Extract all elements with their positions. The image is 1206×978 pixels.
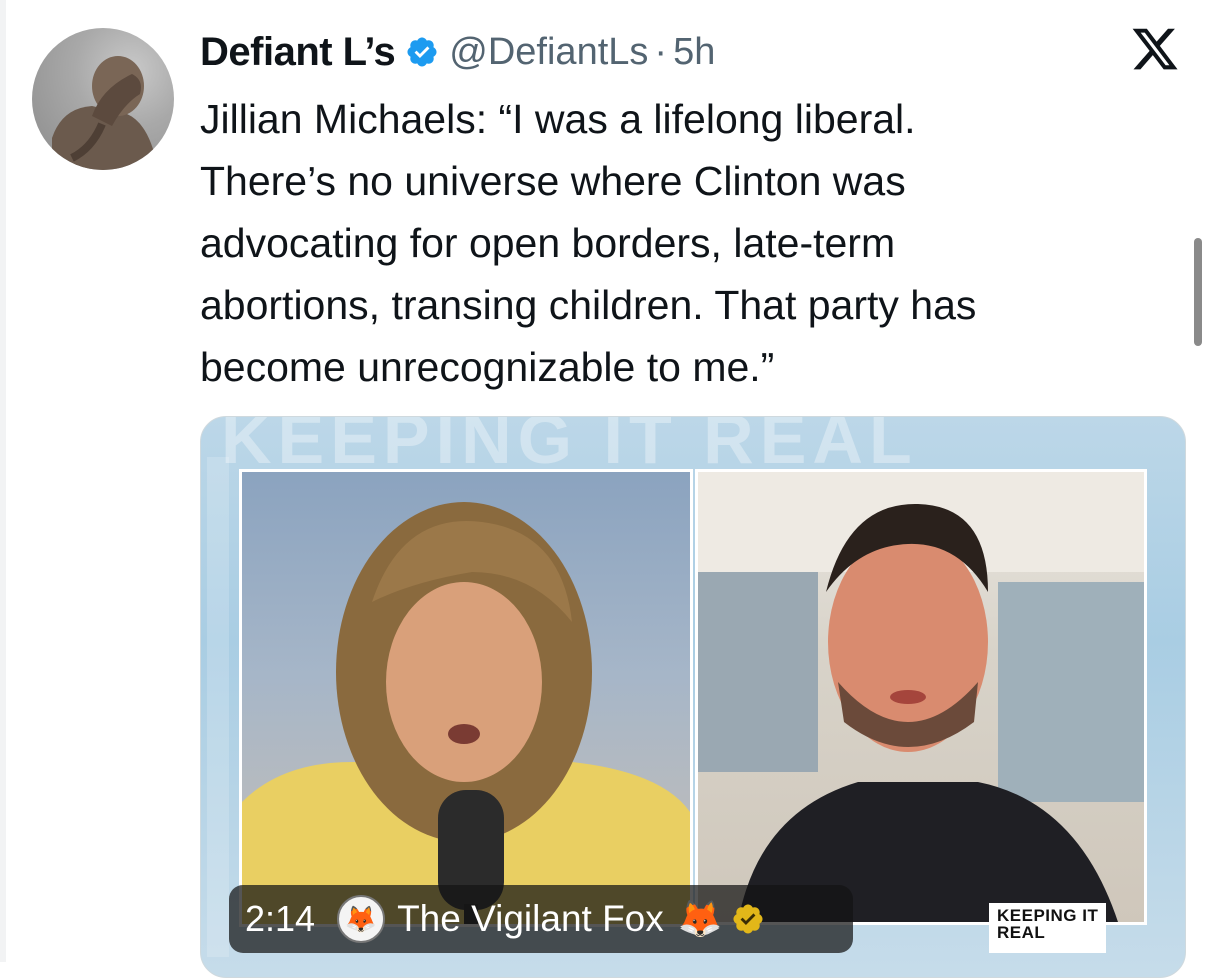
timestamp[interactable]: 5h [673, 31, 715, 74]
gold-verified-icon [733, 904, 763, 934]
video-attribution[interactable]: The Vigilant Fox [397, 898, 664, 940]
tweet-text: Jillian Michaels: “I was a lifelong libe… [200, 96, 977, 390]
x-logo-icon[interactable] [1128, 24, 1182, 74]
separator-dot: · [654, 30, 668, 73]
fox-emoji: 🦊 [677, 898, 723, 939]
show-logo: KEEPING IT REAL [989, 903, 1107, 953]
left-edge-divider [0, 0, 6, 962]
show-logo-line2: REAL [997, 923, 1046, 942]
author-name[interactable]: Defiant L’s [200, 30, 396, 75]
video-frame-right [695, 469, 1147, 925]
woman-speaker-image [242, 502, 690, 924]
verified-icon [407, 37, 437, 67]
tweet-header: Defiant L’s @DefiantLs · 5h [200, 24, 715, 80]
avatar[interactable] [32, 28, 174, 170]
video-player[interactable]: KEEPING IT REAL 2:14 🦊 The Vigilant Fox [200, 416, 1186, 978]
avatar-statue-image [52, 56, 158, 170]
scrollbar[interactable] [1194, 238, 1202, 346]
attribution-avatar[interactable]: 🦊 [337, 895, 386, 943]
background-strip [207, 457, 229, 957]
video-caption-bar: 2:14 🦊 The Vigilant Fox 🦊 [229, 885, 853, 953]
video-duration: 2:14 [245, 898, 316, 939]
man-speaker-image [698, 472, 1144, 922]
video-frame-left [239, 469, 693, 927]
author-handle[interactable]: @DefiantLs [449, 31, 648, 74]
show-logo-line1: KEEPING IT [997, 906, 1099, 925]
